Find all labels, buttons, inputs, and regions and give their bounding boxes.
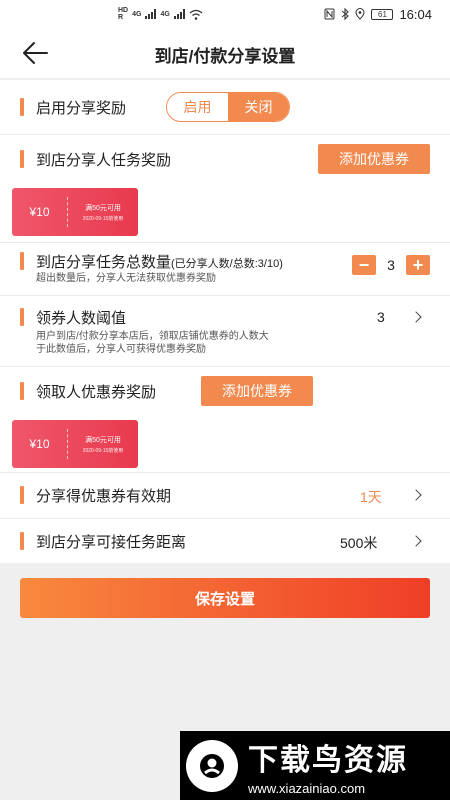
section-bar: [20, 486, 24, 504]
threshold-hint-line1: 用户到店/付款分享本店后，领取店铺优惠券的人数大: [36, 331, 269, 342]
task-count-progress: (已分享人数/总数:3/10): [171, 258, 283, 270]
coupon-info: 满50元可用 2020-09-15前使用: [68, 203, 138, 222]
bluetooth-icon: [342, 8, 350, 20]
location-icon: [355, 8, 365, 20]
task-count-row: 到店分享任务总数量(已分享人数/总数:3/10) 超出数量后，分享人无法获取优惠…: [0, 243, 450, 295]
coupon-condition: 满50元可用: [85, 204, 121, 212]
receiver-reward-label: 领取人优惠券奖励: [36, 384, 157, 401]
threshold-label: 领券人数阈值: [36, 310, 127, 327]
task-count-stepper: − 3 +: [352, 255, 430, 275]
reward-toggle[interactable]: 启用 关闭: [166, 92, 290, 122]
page-title: 到店/付款分享设置: [154, 47, 296, 66]
reward-toggle-label: 启用分享奖励: [36, 100, 127, 117]
network-type-1: 4G: [132, 10, 142, 18]
validity-value: 1天: [360, 489, 382, 505]
coupon-value: ¥10: [12, 429, 68, 459]
task-reward-label: 到店分享人任务奖励: [36, 152, 172, 169]
task-count-hint: 超出数量后，分享人无法获取优惠券奖励: [36, 273, 216, 284]
coupon-info: 满50元可用 2020-09-15前使用: [68, 435, 138, 454]
section-bar: [20, 252, 24, 270]
add-receiver-coupon-button[interactable]: 添加优惠券: [201, 376, 313, 406]
signal-icon-2: [173, 9, 185, 19]
status-right: 61 16:04: [324, 7, 432, 22]
watermark: 下载鸟资源 www.xiazainiao.com: [180, 731, 450, 800]
add-task-coupon-button[interactable]: 添加优惠券: [318, 144, 430, 174]
status-left: HD R 4G 4G: [118, 7, 203, 21]
coupon-date: 2020-09-15前使用: [82, 447, 124, 454]
status-bar: HD R 4G 4G 61 16:04: [0, 0, 450, 28]
nfc-icon: [324, 8, 335, 20]
task-count-value: 3: [387, 257, 395, 273]
wifi-icon: [189, 9, 203, 20]
chevron-right-icon: [410, 535, 422, 547]
task-count-label: 到店分享任务总数量(已分享人数/总数:3/10): [36, 254, 283, 271]
network-type-2: 4G: [160, 10, 170, 18]
reward-toggle-row: 启用分享奖励 启用 关闭: [0, 80, 450, 134]
save-button[interactable]: 保存设置: [20, 578, 430, 618]
watermark-url: www.xiazainiao.com: [248, 781, 366, 796]
watermark-text: 下载鸟资源 www.xiazainiao.com: [248, 735, 408, 796]
section-bar: [20, 98, 24, 116]
section-bar: [20, 532, 24, 550]
distance-label: 到店分享可接任务距离: [36, 534, 187, 551]
threshold-row[interactable]: 领券人数阈值 用户到店/付款分享本店后，领取店铺优惠券的人数大 于此数值后，分享…: [0, 296, 450, 366]
coupon-date: 2020-09-15前使用: [82, 215, 124, 222]
coupon-condition: 满50元可用: [85, 436, 121, 444]
battery-icon: 61: [371, 8, 394, 20]
distance-value: 500米: [340, 535, 378, 551]
section-bar: [20, 382, 24, 400]
receiver-coupon-card[interactable]: ¥10 满50元可用 2020-09-15前使用: [12, 420, 138, 468]
validity-label: 分享得优惠券有效期: [36, 488, 172, 505]
hd-indicator: HD R: [118, 7, 129, 21]
coupon-value: ¥10: [12, 197, 68, 227]
threshold-value: 3: [377, 309, 385, 325]
increment-button[interactable]: +: [406, 255, 430, 275]
receiver-reward-row: 领取人优惠券奖励 添加优惠券 ¥10 满50元可用 2020-09-15前使用: [0, 367, 450, 472]
threshold-hint-line2: 于此数值后，分享人可获得优惠券奖励: [36, 344, 206, 355]
chevron-right-icon: [410, 311, 422, 323]
watermark-name: 下载鸟资源: [248, 744, 408, 777]
task-coupon-card[interactable]: ¥10 满50元可用 2020-09-15前使用: [12, 188, 138, 236]
signal-icon: [145, 9, 157, 19]
distance-row[interactable]: 到店分享可接任务距离 500米: [0, 519, 450, 563]
section-bar: [20, 150, 24, 168]
chevron-right-icon: [410, 489, 422, 501]
clock: 16:04: [399, 6, 432, 22]
toggle-off-option[interactable]: 关闭: [228, 93, 289, 121]
task-reward-row: 到店分享人任务奖励 添加优惠券 ¥10 满50元可用 2020-09-15前使用: [0, 135, 450, 245]
header: 到店/付款分享设置: [0, 28, 450, 78]
decrement-button[interactable]: −: [352, 255, 376, 275]
section-bar: [20, 308, 24, 326]
validity-row[interactable]: 分享得优惠券有效期 1天: [0, 473, 450, 518]
watermark-logo-icon: [186, 739, 238, 792]
toggle-on-option[interactable]: 启用: [167, 93, 228, 121]
